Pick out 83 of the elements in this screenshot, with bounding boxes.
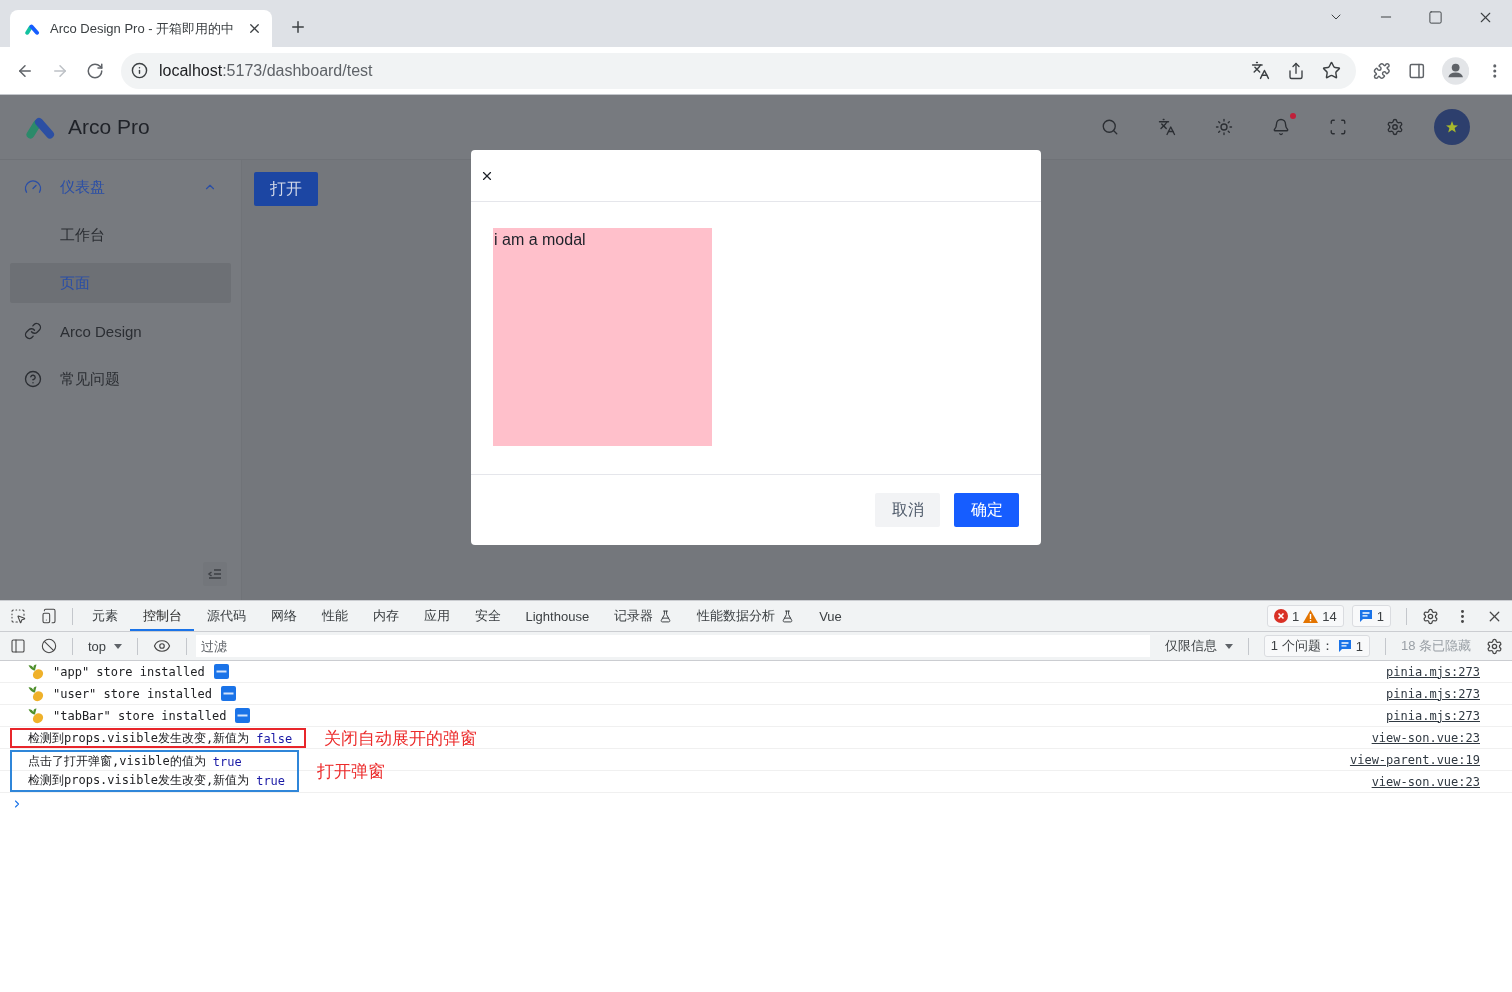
cancel-button[interactable]: 取消 <box>875 493 940 527</box>
app-title: Arco Pro <box>68 115 150 139</box>
clear-console-icon[interactable] <box>41 638 57 654</box>
devtools-tab[interactable]: 记录器 <box>601 601 685 631</box>
address-bar[interactable]: localhost:5173/dashboard/test <box>121 52 1356 89</box>
source-link[interactable]: view-parent.vue:19 <box>1349 753 1480 767</box>
devtools-tab[interactable]: 性能数据分析 <box>684 601 807 631</box>
log-message: 检测到props.visible发生改变,新值为 <box>28 730 250 747</box>
source-link[interactable]: pinia.mjs:273 <box>1386 664 1480 679</box>
fullscreen-icon[interactable] <box>1329 118 1347 136</box>
settings-icon[interactable] <box>1422 607 1439 625</box>
open-button[interactable]: 打开 <box>254 172 318 206</box>
pineapple-icon <box>28 685 44 702</box>
devtools-tab[interactable]: 性能 <box>309 601 360 631</box>
devtools-tab[interactable]: 网络 <box>258 601 309 631</box>
dashboard-icon <box>24 178 42 196</box>
log-message: "app" store installed <box>53 664 205 679</box>
warning-icon <box>1303 609 1319 623</box>
maximize-icon[interactable] <box>1428 9 1443 25</box>
search-icon[interactable] <box>1101 118 1119 136</box>
issues-button[interactable]: 1 个问题： 1 <box>1263 635 1370 657</box>
new-tab-icon[interactable] <box>289 18 307 36</box>
devtools-tab[interactable]: 应用 <box>411 601 462 631</box>
log-level-dropdown[interactable]: 仅限信息 <box>1164 637 1233 655</box>
inspect-icon[interactable] <box>10 608 26 624</box>
pineapple-icon <box>28 707 44 724</box>
message-counter[interactable]: 1 <box>1351 605 1391 627</box>
error-warning-counter[interactable]: 1 14 <box>1267 605 1344 627</box>
boolean-value: true <box>212 754 242 769</box>
boolean-value: true <box>256 773 286 788</box>
hidden-count: 18 条已隐藏 <box>1400 637 1471 655</box>
share-icon[interactable] <box>1287 61 1305 80</box>
content-block: i am a modal <box>493 228 712 446</box>
source-link[interactable]: view-son.vue:23 <box>1371 775 1480 789</box>
source-link[interactable]: view-son.vue:23 <box>1371 731 1480 745</box>
context-dropdown[interactable]: top <box>88 638 123 654</box>
url-text: localhost:5173/dashboard/test <box>159 61 373 80</box>
profile-avatar-icon[interactable] <box>1442 56 1470 85</box>
reload-icon[interactable] <box>86 61 104 80</box>
devtools-tab[interactable]: 安全 <box>462 601 513 631</box>
settings-icon[interactable] <box>1486 637 1503 655</box>
eye-icon[interactable] <box>153 637 172 655</box>
new-badge-icon <box>235 708 251 723</box>
error-icon <box>1274 609 1289 623</box>
confirm-button[interactable]: 确定 <box>954 493 1019 527</box>
new-badge-icon <box>213 664 229 679</box>
log-message: 检测到props.visible发生改变,新值为 <box>28 772 250 789</box>
puzzle-icon[interactable] <box>1373 61 1391 80</box>
translate-icon[interactable] <box>1251 61 1270 80</box>
sun-icon[interactable] <box>1215 118 1233 136</box>
log-message: "tabBar" store installed <box>53 708 227 723</box>
caret-icon <box>114 643 123 649</box>
sidebar-toggle-icon[interactable] <box>10 638 26 654</box>
message-icon <box>1358 609 1373 623</box>
filter-field[interactable]: 过滤 <box>196 635 1150 657</box>
source-link[interactable]: pinia.mjs:273 <box>1386 686 1480 701</box>
devtools-tab[interactable]: 源代码 <box>194 601 258 631</box>
annotation-note: 关闭自动展开的弹窗 <box>324 727 478 750</box>
boolean-value: false <box>256 731 293 746</box>
devtools-tab[interactable]: 元素 <box>79 601 130 631</box>
help-icon <box>24 370 42 388</box>
bell-icon[interactable] <box>1272 118 1290 136</box>
caret-icon <box>1224 643 1233 649</box>
close-icon[interactable] <box>247 21 262 36</box>
devtools-tab[interactable]: Lighthouse <box>513 601 602 631</box>
arco-logo-icon <box>24 115 56 139</box>
message-icon <box>1337 639 1352 653</box>
log-message: "user" store installed <box>53 686 212 701</box>
link-icon <box>24 322 42 340</box>
side-panel-icon[interactable] <box>1407 61 1426 80</box>
info-icon[interactable] <box>131 62 148 79</box>
log-message: 点击了打开弹窗,visible的值为 <box>28 753 206 770</box>
device-toolbar-icon[interactable] <box>41 608 57 624</box>
source-link[interactable]: pinia.mjs:273 <box>1386 708 1480 723</box>
avatar-icon[interactable] <box>1434 109 1470 145</box>
bookmark-star-icon[interactable] <box>1322 61 1341 80</box>
devtools-tab[interactable]: 内存 <box>360 601 411 631</box>
pineapple-icon <box>28 663 44 680</box>
devtools-tab[interactable]: Vue <box>806 601 855 631</box>
new-badge-icon <box>220 686 236 701</box>
browser-tab[interactable]: Arco Design Pro - 开箱即用的中 <box>10 10 272 47</box>
annotation-note: 打开弹窗 <box>317 760 386 783</box>
arco-favicon-icon <box>24 22 40 35</box>
